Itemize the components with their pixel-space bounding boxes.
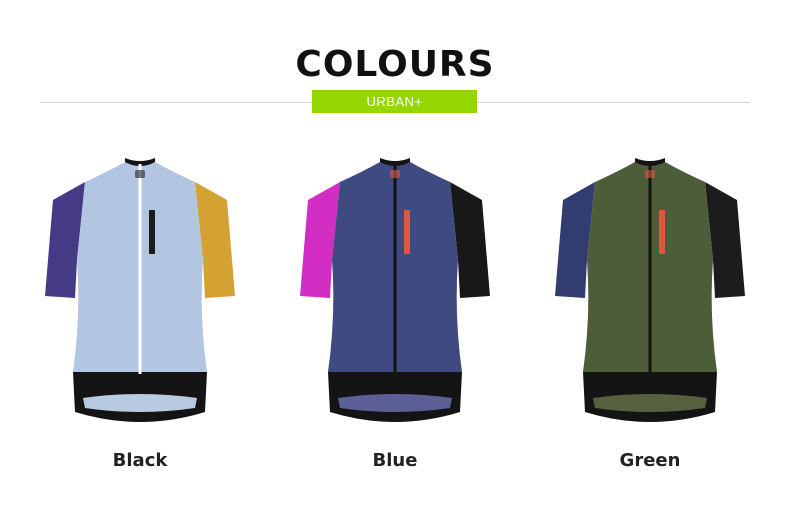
zipper [138,164,142,374]
product-card-green[interactable]: Green [545,150,755,490]
collection-badge: URBAN+ [312,90,477,113]
inner-lining [83,394,197,412]
neck-emblem-icon [135,170,145,178]
jersey-image[interactable] [545,150,755,435]
neck-emblem-icon [390,170,400,178]
colour-label: Blue [372,450,418,471]
jersey-image[interactable] [290,150,500,435]
page-title: COLOURS [295,44,495,85]
brand-logo-mark [659,210,665,254]
product-card-black[interactable]: Black [35,150,245,490]
colour-label: Black [112,450,168,471]
brand-logo-mark [404,210,410,254]
neck-emblem-icon [645,170,655,178]
inner-lining [593,394,707,412]
product-card-blue[interactable]: Blue [290,150,500,490]
jersey-image[interactable] [35,150,245,435]
jersey-illustration [45,158,235,422]
zipper [393,164,397,374]
inner-lining [338,394,452,412]
jersey-illustration [555,158,745,422]
zipper [648,164,652,374]
colour-label: Green [619,450,681,471]
brand-logo-mark [149,210,155,254]
jersey-illustration [300,158,490,422]
